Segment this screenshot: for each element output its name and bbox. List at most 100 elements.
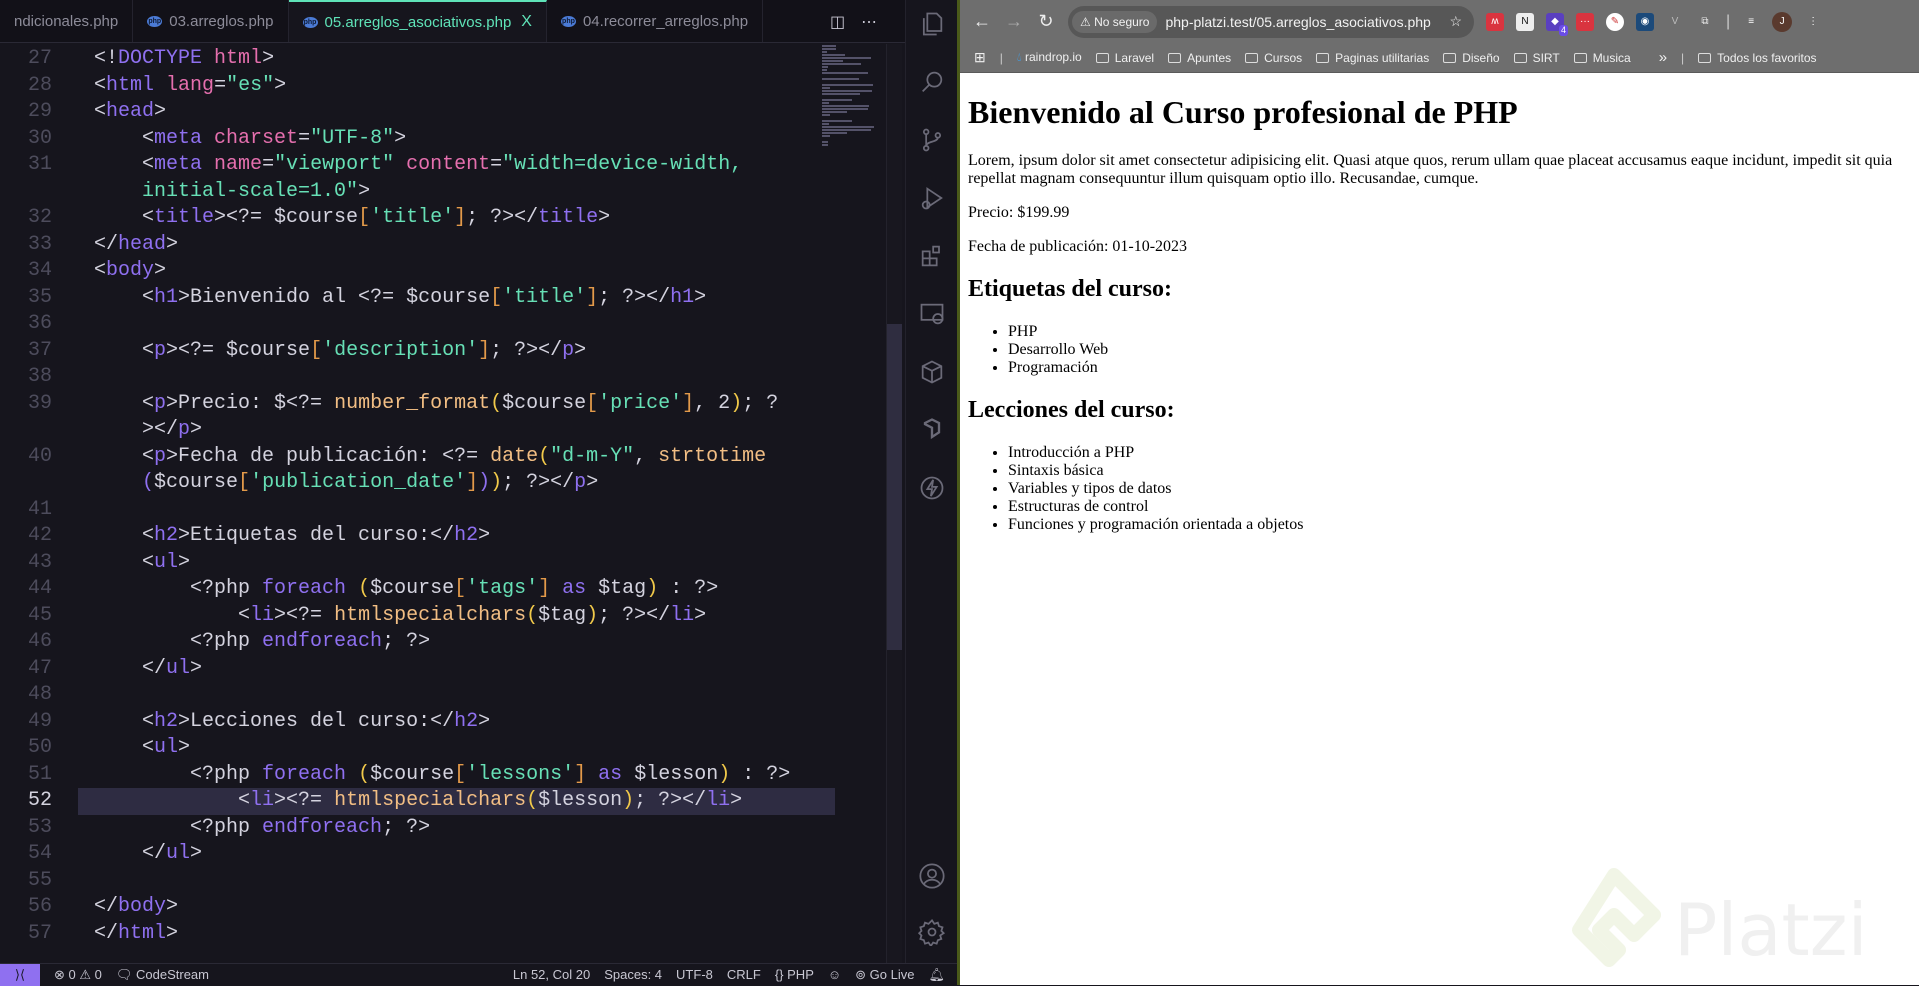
code-line[interactable]: 41	[0, 497, 820, 524]
bookmark-folder-cursos[interactable]: Cursos	[1245, 51, 1302, 65]
lastpass-extension-icon[interactable]: ···	[1576, 12, 1594, 31]
notifications-bell-icon[interactable]: 🔔︎	[928, 967, 945, 983]
remote-explorer-icon[interactable]	[918, 300, 946, 328]
all-bookmarks-folder[interactable]: Todos los favoritos	[1698, 51, 1817, 65]
code-line[interactable]: 40 <p>Fecha de publicación: <?= date("d-…	[0, 444, 820, 471]
scrollbar-thumb[interactable]	[887, 324, 902, 650]
code-line[interactable]: 52 <li><?= htmlspecialchars($lesson); ?>…	[0, 788, 835, 815]
extensions-puzzle-icon[interactable]: ⧉	[1696, 13, 1714, 31]
code-line[interactable]: 35 <h1>Bienvenido al <?= $course['title'…	[0, 285, 820, 312]
back-arrow-icon[interactable]: ←	[966, 11, 998, 32]
bookmark-folder-musica[interactable]: Musica	[1573, 51, 1631, 65]
code-area[interactable]: 27 <!DOCTYPE html> 28 <html lang="es"> 29 <he…	[0, 46, 835, 948]
code-token: $course	[370, 577, 455, 600]
code-line[interactable]: 44 <?php foreach ($course['tags'] as $ta…	[0, 576, 820, 603]
extensions-icon[interactable]	[918, 242, 946, 270]
code-line[interactable]: 36	[0, 311, 820, 338]
code-line[interactable]: 56 </body>	[0, 894, 820, 921]
tab-05-arreglos_asociativos-php[interactable]: php 05.arreglos_asociativos.php X	[288, 0, 547, 42]
bookmark-star-icon[interactable]: ☆	[1449, 13, 1462, 30]
problems-indicator[interactable]: ⊗ 0 ⚠ 0	[54, 967, 102, 983]
code-line[interactable]: 39 <p>Precio: $<?= number_format($course…	[0, 391, 820, 418]
profile-avatar[interactable]: J	[1772, 11, 1793, 32]
close-tab-icon[interactable]: X	[521, 13, 532, 31]
more-bookmarks-button[interactable]: »	[1659, 49, 1667, 66]
account-icon[interactable]	[918, 862, 946, 890]
bookmark-raindrop[interactable]: 💧︎ raindrop.io	[1017, 50, 1082, 65]
mendeley-extension-icon[interactable]: ʍ	[1486, 12, 1504, 31]
code-line[interactable]: ($course['publication_date'])); ?></p>	[0, 470, 820, 497]
bookmark-folder-apuntes[interactable]: Apuntes	[1168, 51, 1231, 65]
code-line[interactable]: 33 </head>	[0, 232, 820, 259]
bookmark-folder-sirt[interactable]: SIRT	[1513, 51, 1560, 65]
extension-icon[interactable]: ◆ 4	[1546, 12, 1568, 36]
code-line[interactable]: 49 <h2>Lecciones del curso:</h2>	[0, 709, 820, 736]
color-extension-icon[interactable]: ✎	[1606, 12, 1624, 31]
chrome-menu-icon[interactable]: ⋮	[1804, 13, 1822, 31]
code-token: ><?=	[274, 603, 335, 627]
notion-extension-icon[interactable]: N	[1516, 12, 1534, 31]
code-line[interactable]: 54 </ul>	[0, 841, 820, 868]
search-icon[interactable]	[918, 68, 946, 96]
code-line[interactable]: 57 </html>	[0, 921, 820, 948]
code-line[interactable]: 42 <h2>Etiquetas del curso:</h2>	[0, 523, 820, 550]
minimap[interactable]	[822, 44, 882, 174]
indentation[interactable]: Spaces: 4	[604, 967, 662, 982]
code-line[interactable]: ></p>	[0, 417, 820, 444]
codestream-status[interactable]: 🗨 CodeStream	[116, 967, 209, 983]
security-indicator[interactable]: ⚠ No seguro	[1072, 10, 1158, 33]
code-line[interactable]: 48	[0, 682, 820, 709]
go-live-button[interactable]: ⊚ Go Live	[855, 967, 914, 983]
code-line[interactable]: 34 <body>	[0, 258, 820, 285]
package-icon[interactable]	[918, 358, 946, 386]
code-line[interactable]: 51 <?php foreach ($course['lessons'] as …	[0, 762, 820, 789]
language-mode[interactable]: {} PHP	[775, 967, 814, 982]
code-line[interactable]: 55	[0, 868, 820, 895]
code-line[interactable]: 28 <html lang="es">	[0, 73, 820, 100]
apps-grid-icon[interactable]: ⊞	[974, 49, 986, 66]
code-line[interactable]: initial-scale=1.0">	[0, 179, 820, 206]
address-bar[interactable]: ⚠ No seguro php-platzi.test/05.arreglos_…	[1068, 5, 1474, 38]
code-line[interactable]: 38	[0, 364, 820, 391]
more-actions-icon[interactable]: ⋯	[861, 12, 877, 31]
thunder-client-icon[interactable]	[918, 474, 946, 502]
code-line[interactable]: 47 </ul>	[0, 656, 820, 683]
split-editor-icon[interactable]: ◫	[830, 12, 845, 31]
code-line[interactable]: 46 <?php endforeach; ?>	[0, 629, 820, 656]
code-line[interactable]: 30 <meta charset="UTF-8">	[0, 126, 820, 153]
copilot-icon[interactable]: ☺	[828, 967, 841, 982]
codestream-icon[interactable]	[918, 416, 946, 444]
code-line[interactable]: 31 <meta name="viewport" content="width=…	[0, 152, 820, 179]
code-line[interactable]: 43 <ul>	[0, 550, 820, 577]
code-line[interactable]: 29 <head>	[0, 99, 820, 126]
code-line[interactable]: 53 <?php endforeach; ?>	[0, 815, 820, 842]
bookmark-folder-diseno[interactable]: Diseño	[1443, 51, 1500, 65]
tab-ndicionales-php[interactable]: ndicionales.php	[0, 0, 134, 42]
settings-gear-icon[interactable]	[918, 918, 946, 946]
code-line[interactable]: 50 <ul>	[0, 735, 820, 762]
vue-devtools-icon[interactable]: V	[1666, 13, 1684, 31]
code-line[interactable]: 45 <li><?= htmlspecialchars($tag); ?></l…	[0, 603, 820, 630]
url-text[interactable]: php-platzi.test/05.arreglos_asociativos.…	[1165, 14, 1449, 30]
code-token: <?php	[94, 577, 263, 600]
shield-extension-icon[interactable]: ◉	[1636, 12, 1654, 31]
code-token: <!	[94, 47, 119, 70]
run-debug-icon[interactable]	[918, 184, 946, 212]
remote-icon[interactable]: ⟩⟨	[0, 963, 40, 986]
forward-arrow-icon[interactable]: →	[998, 11, 1030, 32]
media-control-icon[interactable]: ≡	[1742, 13, 1760, 31]
tab-04-recorrer_arreglos-php[interactable]: php 04.recorrer_arreglos.php	[547, 0, 764, 42]
editor-scrollbar[interactable]	[886, 44, 902, 963]
code-line[interactable]: 32 <title><?= $course['title']; ?></titl…	[0, 205, 820, 232]
tab-03-arreglos-php[interactable]: php 03.arreglos.php	[133, 0, 289, 42]
encoding[interactable]: UTF-8	[676, 967, 713, 982]
cursor-position[interactable]: Ln 52, Col 20	[513, 967, 590, 982]
bookmark-folder-laravel[interactable]: Laravel	[1095, 51, 1154, 65]
code-line[interactable]: 27 <!DOCTYPE html>	[0, 46, 820, 73]
line-ending[interactable]: CRLF	[727, 967, 761, 982]
bookmark-folder-paginas-utilitarias[interactable]: Paginas utilitarias	[1316, 51, 1429, 65]
source-control-icon[interactable]	[918, 126, 946, 154]
explorer-icon[interactable]	[918, 10, 946, 38]
reload-icon[interactable]: ↻	[1030, 11, 1062, 32]
code-line[interactable]: 37 <p><?= $course['description']; ?></p>	[0, 338, 820, 365]
